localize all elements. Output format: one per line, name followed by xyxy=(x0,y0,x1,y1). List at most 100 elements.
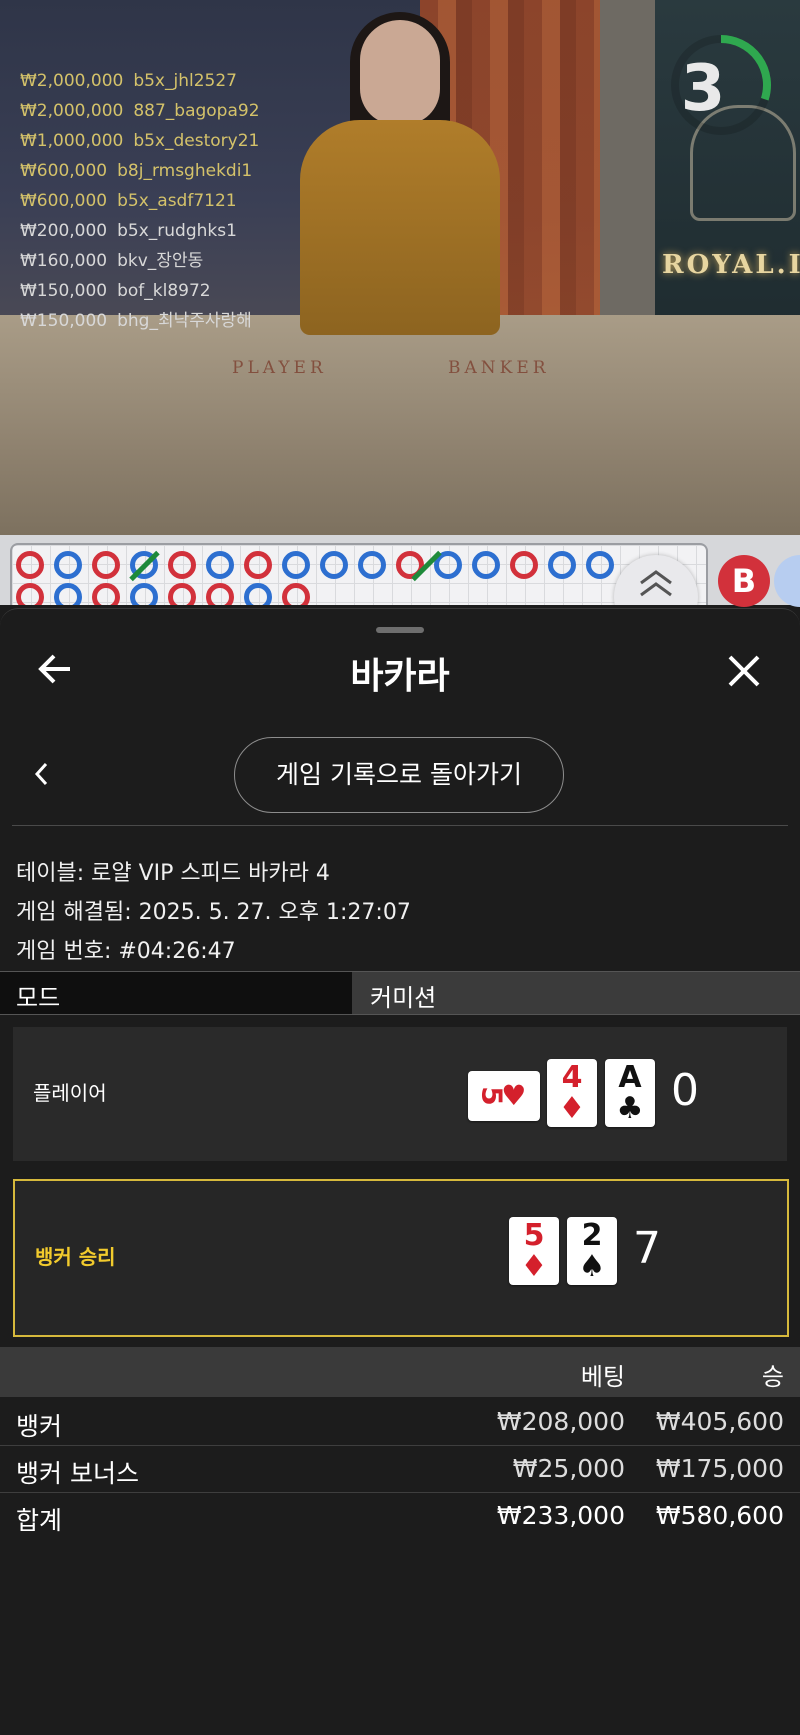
road-mark xyxy=(92,551,120,579)
table-row: 뱅커 보너스 ₩25,000 ₩175,000 xyxy=(0,1446,800,1493)
road-mark xyxy=(16,583,44,605)
back-button[interactable] xyxy=(36,649,76,689)
bet-amount: ₩2,000,000 xyxy=(20,71,124,91)
bet-amount: ₩150,000 xyxy=(20,281,108,301)
game-resolved-info: 게임 해결됨: 2025. 5. 27. 오후 1:27:07 xyxy=(16,900,411,925)
arrow-left-icon xyxy=(38,654,70,684)
road-mark xyxy=(168,551,196,579)
commission-label: 커미션 xyxy=(370,984,437,1012)
row-win: ₩580,600 xyxy=(655,1501,784,1530)
row-win: ₩405,600 xyxy=(655,1407,784,1436)
table-row: 뱅커 ₩208,000 ₩405,600 xyxy=(0,1399,800,1446)
banker-card-1: 5 ♦ xyxy=(509,1217,559,1285)
video-pillar xyxy=(600,0,655,330)
road-mark xyxy=(54,583,82,605)
row-name: 합계 xyxy=(16,1506,63,1535)
road-mark xyxy=(206,551,234,579)
bet-username: b5x_jhl2527 xyxy=(133,71,237,91)
banker-road-badge: B xyxy=(718,555,770,607)
player-side-card-rank: 5 xyxy=(475,1086,509,1106)
bet-amount: ₩600,000 xyxy=(20,191,108,211)
bet-username: bhg_최낙주사랑해 xyxy=(117,311,252,331)
bet-amount: ₩160,000 xyxy=(20,251,108,271)
sheet-drag-handle[interactable] xyxy=(376,627,424,633)
bet-amount: ₩1,000,000 xyxy=(20,131,124,151)
player-side-card: 5♥ xyxy=(468,1071,540,1121)
bet-username: b5x_rudghks1 xyxy=(117,221,237,241)
table-total-row: 합계 ₩233,000 ₩580,600 xyxy=(0,1493,800,1539)
table-player-print: PLAYER xyxy=(232,358,327,378)
bet-feed-item: ₩600,000 b8j_rmsghekdi1 xyxy=(20,162,260,192)
road-mark xyxy=(16,551,44,579)
row-name: 뱅커 xyxy=(16,1412,63,1441)
previous-game-button[interactable] xyxy=(30,759,54,789)
road-mark xyxy=(130,583,158,605)
road-mark xyxy=(282,583,310,605)
live-video: ROYAL.I PLAYER BANKER 3 ₩2,000,000 b5x_jh… xyxy=(0,0,800,535)
road-mark xyxy=(168,583,196,605)
row-bet: ₩208,000 xyxy=(496,1407,625,1436)
game-detail-sheet: 바카라 게임 기록으로 돌아가기 테이블: 로얄 VIP 스피드 바카라 4 게… xyxy=(0,608,800,1735)
bet-username: b5x_destory21 xyxy=(133,131,260,151)
bet-feed-item: ₩2,000,000 b5x_jhl2527 xyxy=(20,72,260,102)
close-icon xyxy=(728,655,760,687)
banker-score: 7 xyxy=(633,1223,661,1274)
banker-card-2: 2 ♠ xyxy=(567,1217,617,1285)
player-score: 0 xyxy=(671,1065,699,1116)
bead-road[interactable] xyxy=(10,543,708,605)
row-name: 뱅커 보너스 xyxy=(16,1459,139,1488)
divider xyxy=(12,825,788,826)
sheet-title: 바카라 xyxy=(350,656,450,697)
road-mark xyxy=(206,583,234,605)
countdown-number: 3 xyxy=(680,52,726,126)
card-rank: 2 xyxy=(581,1218,603,1253)
back-to-history-button[interactable]: 게임 기록으로 돌아가기 xyxy=(234,737,564,813)
road-mark xyxy=(54,551,82,579)
road-mark xyxy=(244,583,272,605)
bet-column-header: 베팅 xyxy=(580,1363,625,1391)
player-card-2: A ♣ xyxy=(605,1059,655,1127)
mode-label: 모드 xyxy=(16,984,61,1012)
bet-amount: ₩600,000 xyxy=(20,161,108,181)
card-rank: 5 xyxy=(523,1218,545,1253)
bet-amount: ₩200,000 xyxy=(20,221,108,241)
bet-username: b5x_asdf7121 xyxy=(117,191,237,211)
bet-username: b8j_rmsghekdi1 xyxy=(117,161,253,181)
table-banker-print: BANKER xyxy=(448,358,550,378)
road-mark xyxy=(358,551,386,579)
diamond-suit-icon: ♦ xyxy=(558,1091,586,1126)
bet-feed-item: ₩1,000,000 b5x_destory21 xyxy=(20,132,260,162)
bet-feed-item: ₩160,000 bkv_장안동 xyxy=(20,252,260,282)
win-column-header: 승 xyxy=(761,1363,784,1391)
game-number-info: 게임 번호: #04:26:47 xyxy=(16,939,236,964)
bet-feed-item: ₩600,000 b5x_asdf7121 xyxy=(20,192,260,222)
close-button[interactable] xyxy=(722,649,766,693)
row-win: ₩175,000 xyxy=(655,1454,784,1483)
bet-feed: ₩2,000,000 b5x_jhl2527 ₩2,000,000 887_bagop… xyxy=(20,72,260,342)
road-mark xyxy=(510,551,538,579)
club-suit-icon: ♣ xyxy=(616,1091,644,1126)
baccarat-table xyxy=(0,315,800,535)
banker-hand: 뱅커 승리 5 ♦ 2 ♠ 7 xyxy=(13,1179,789,1337)
road-mark xyxy=(586,551,614,579)
diamond-suit-icon: ♦ xyxy=(520,1249,548,1284)
bet-table-header: 베팅 승 xyxy=(0,1347,800,1397)
dealer-body xyxy=(300,120,500,335)
royal-brand-text: ROYAL.I xyxy=(662,250,800,280)
dealer-face xyxy=(360,20,440,125)
roadmap-strip xyxy=(0,535,800,605)
row-bet: ₩25,000 xyxy=(512,1454,625,1483)
bet-feed-item: ₩150,000 bof_kl8972 xyxy=(20,282,260,312)
mode-commission-row: 모드 커미션 xyxy=(0,971,800,1015)
banker-win-label: 뱅커 승리 xyxy=(35,1245,116,1269)
bet-amount: ₩150,000 xyxy=(20,311,108,331)
spade-suit-icon: ♠ xyxy=(578,1249,606,1284)
bet-username: bkv_장안동 xyxy=(117,251,204,271)
road-mark xyxy=(320,551,348,579)
road-mark xyxy=(548,551,576,579)
bet-username: 887_bagopa92 xyxy=(133,101,260,121)
bet-feed-item: ₩2,000,000 887_bagopa92 xyxy=(20,102,260,132)
chevron-left-icon xyxy=(34,762,48,786)
player-hand: 플레이어 5♥ 4 ♦ A ♣ 0 xyxy=(13,1027,787,1161)
player-card-1: 4 ♦ xyxy=(547,1059,597,1127)
